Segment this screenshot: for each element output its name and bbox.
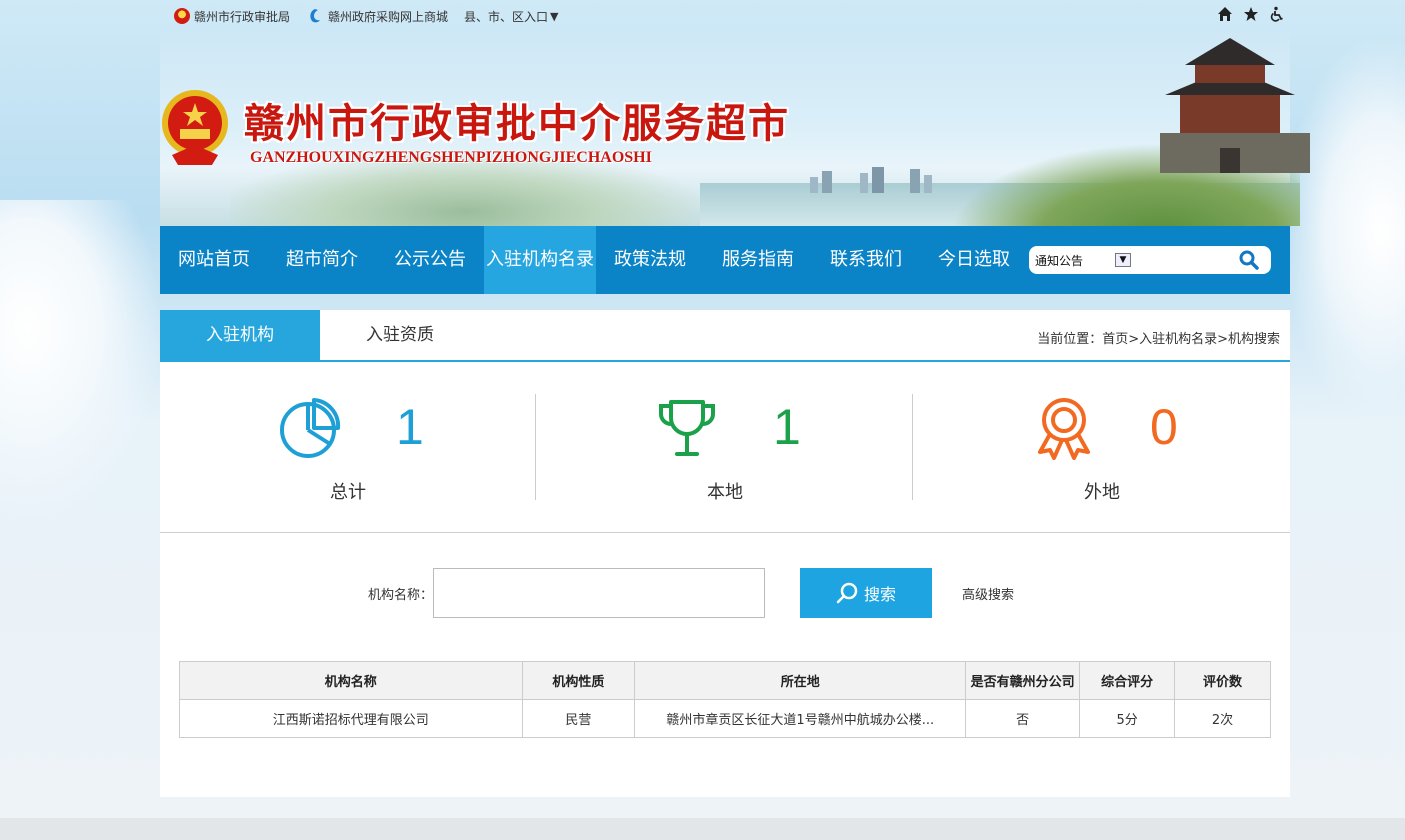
nav-about[interactable]: 超市简介 xyxy=(268,226,376,294)
nav-policies[interactable]: 政策法规 xyxy=(596,226,704,294)
accessibility-icon[interactable] xyxy=(1269,6,1285,26)
search-icon[interactable] xyxy=(1237,248,1261,272)
col-header-rating: 综合评分 xyxy=(1079,661,1176,700)
agency-name-label: 机构名称： xyxy=(368,588,434,603)
banner-city-skyline xyxy=(810,167,932,193)
footer-band xyxy=(0,818,1405,840)
cell-agency-type: 民营 xyxy=(521,699,636,738)
header-banner: 赣州市行政审批中介服务超市 GANZHOUXINGZHENGSHENPIZHON… xyxy=(0,33,1405,226)
chevron-down-icon: ▼ xyxy=(1115,253,1131,267)
agency-search-row: 机构名称： 搜索 高级搜索 xyxy=(160,568,1290,618)
stat-total: 1 总计 xyxy=(160,362,536,533)
stat-total-label: 总计 xyxy=(330,482,366,503)
star-icon[interactable] xyxy=(1243,6,1259,26)
nav-agency-directory[interactable]: 入驻机构名录 xyxy=(484,226,596,294)
top-links: 赣州市行政审批局 赣州政府采购网上商城 县、市、区入口 ▼ xyxy=(174,7,575,25)
search-category-select[interactable]: 通知公告 ▼ xyxy=(1035,250,1131,270)
national-emblem-logo xyxy=(162,90,228,165)
top-bar: 赣州市行政审批局 赣州政府采购网上商城 县、市、区入口 ▼ xyxy=(0,0,1405,33)
nav-search-box: 通知公告 ▼ xyxy=(1029,246,1271,274)
col-header-location: 所在地 xyxy=(634,661,967,700)
table-header-row: 机构名称 机构性质 所在地 是否有赣州分公司 综合评分 评价数 xyxy=(179,661,1271,700)
tab-registered-agencies[interactable]: 入驻机构 xyxy=(160,310,320,360)
search-category-value: 通知公告 xyxy=(1035,253,1084,268)
top-tools xyxy=(1217,6,1285,26)
nav-announcements[interactable]: 公示公告 xyxy=(376,226,484,294)
table-row[interactable]: 江西斯诺招标代理有限公司 民营 赣州市章贡区长征大道1号赣州中航城办公楼... … xyxy=(179,699,1271,738)
stat-external-label: 外地 xyxy=(1084,482,1120,503)
divider xyxy=(535,394,536,500)
cell-ganzhou-branch: 否 xyxy=(965,699,1081,738)
col-header-review-count: 评价数 xyxy=(1174,661,1271,700)
stat-external-value: 0 xyxy=(1150,399,1178,455)
tab-qualifications[interactable]: 入驻资质 xyxy=(320,310,480,360)
cell-agency-name[interactable]: 江西斯诺招标代理有限公司 xyxy=(179,699,523,738)
col-header-agency-name: 机构名称 xyxy=(179,661,523,700)
top-link-procurement-mall[interactable]: 赣州政府采购网上商城 xyxy=(306,7,448,25)
pie-chart-icon xyxy=(280,398,341,458)
advanced-search-link[interactable]: 高级搜索 xyxy=(962,584,1014,603)
breadcrumb: 当前位置：首页>入驻机构名录>机构搜索 xyxy=(1037,332,1280,347)
background-cloud-left xyxy=(0,200,160,520)
procurement-logo-icon xyxy=(310,9,321,23)
top-link-approval-bureau[interactable]: 赣州市行政审批局 xyxy=(174,8,290,25)
main-panel: 入驻机构 入驻资质 当前位置：首页>入驻机构名录>机构搜索 1 总计 1 本地 … xyxy=(160,310,1290,797)
stats-section: 1 总计 1 本地 0 外地 xyxy=(160,362,1290,533)
agency-name-input[interactable] xyxy=(433,568,765,618)
cell-location: 赣州市章贡区长征大道1号赣州中航城办公楼... xyxy=(634,699,967,738)
trophy-icon xyxy=(659,400,715,456)
stat-total-value: 1 xyxy=(396,399,424,455)
col-header-agency-type: 机构性质 xyxy=(521,661,636,700)
nav-contact[interactable]: 联系我们 xyxy=(812,226,920,294)
top-link-approval-bureau-label: 赣州市行政审批局 xyxy=(194,9,291,24)
cell-review-count: 2次 xyxy=(1174,699,1271,738)
national-emblem-small-icon xyxy=(174,8,190,24)
stat-local-value: 1 xyxy=(773,399,801,455)
nav-service-guide[interactable]: 服务指南 xyxy=(704,226,812,294)
award-ribbon-icon xyxy=(1038,398,1090,460)
city-gate-tower-image xyxy=(1160,38,1310,173)
top-link-procurement-mall-label: 赣州政府采购网上商城 xyxy=(328,9,449,24)
site-title: 赣州市行政审批中介服务超市 xyxy=(244,100,790,147)
tab-bar: 入驻机构 入驻资质 当前位置：首页>入驻机构名录>机构搜索 xyxy=(160,310,1290,362)
nav-today-selection[interactable]: 今日选取 xyxy=(920,226,1028,294)
county-entrance-label: 县、市、区入口 xyxy=(464,9,549,24)
search-button-label: 搜索 xyxy=(863,585,896,604)
cell-rating: 5分 xyxy=(1079,699,1176,738)
site-subtitle: GANZHOUXINGZHENGSHENPIZHONGJIECHAOSHI xyxy=(250,149,652,166)
col-header-ganzhou-branch: 是否有赣州分公司 xyxy=(965,661,1081,700)
stat-local: 1 本地 xyxy=(537,362,913,533)
search-icon xyxy=(836,582,858,604)
agency-table: 机构名称 机构性质 所在地 是否有赣州分公司 综合评分 评价数 江西斯诺招标代理… xyxy=(179,661,1271,738)
main-nav: 网站首页 超市简介 公示公告 入驻机构名录 政策法规 服务指南 联系我们 今日选… xyxy=(160,226,1290,294)
divider xyxy=(912,394,913,500)
nav-home[interactable]: 网站首页 xyxy=(160,226,268,294)
home-icon[interactable] xyxy=(1217,6,1233,26)
chevron-down-icon: ▼ xyxy=(550,9,559,23)
search-button[interactable]: 搜索 xyxy=(800,568,932,618)
stat-external: 0 外地 xyxy=(914,362,1290,533)
county-entrance-dropdown[interactable]: 县、市、区入口 ▼ xyxy=(464,8,558,25)
stat-local-label: 本地 xyxy=(707,482,743,503)
